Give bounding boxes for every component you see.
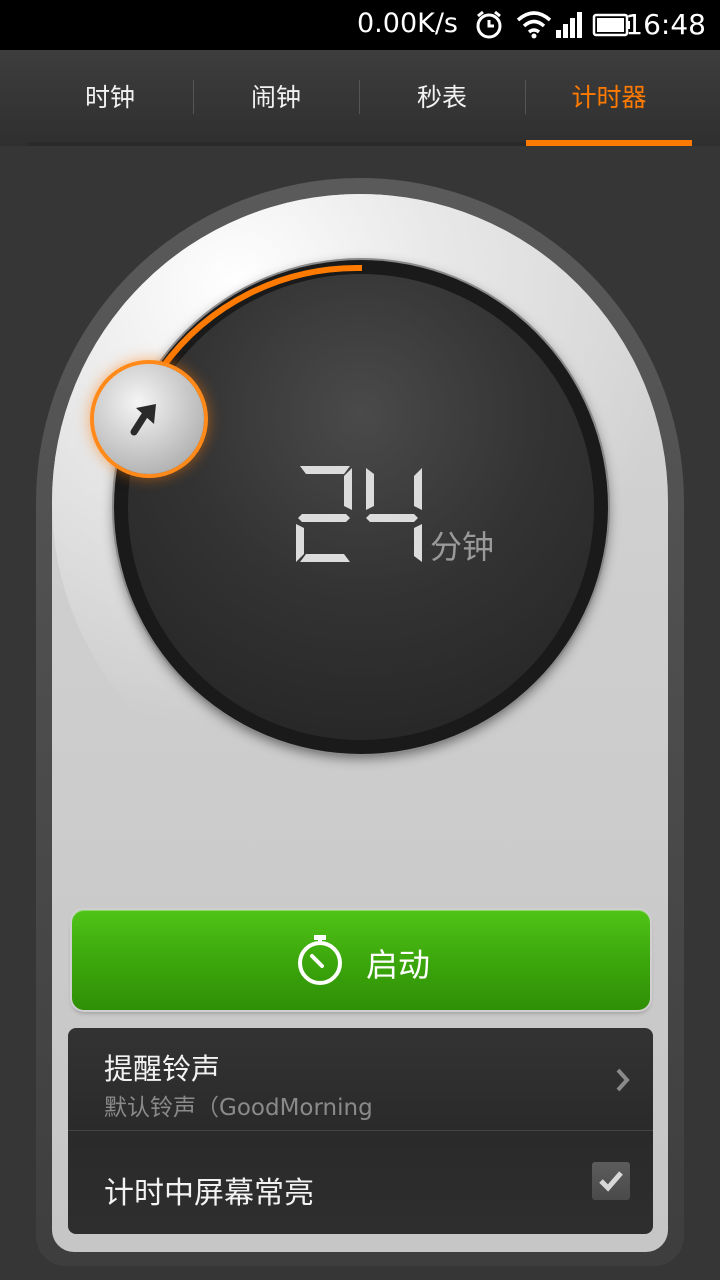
keep-screen-on-checkbox[interactable] — [592, 1162, 630, 1200]
arrow-up-right-icon — [130, 404, 156, 436]
ringtone-title: 提醒铃声 — [104, 1052, 221, 1086]
chevron-right-icon — [616, 1068, 630, 1092]
start-button[interactable]: 启动 — [72, 910, 650, 1010]
timer-value: 24 — [290, 462, 430, 572]
ringtone-row[interactable]: 提醒铃声 默认铃声（GoodMorning — [68, 1028, 653, 1130]
check-icon — [599, 1171, 623, 1192]
stopwatch-icon — [298, 935, 342, 985]
keep-screen-on-row[interactable]: 计时中屏幕常亮 — [68, 1131, 653, 1234]
start-button-label: 启动 — [366, 946, 431, 984]
timer-digits — [296, 466, 422, 562]
keep-screen-on-label: 计时中屏幕常亮 — [104, 1176, 314, 1211]
dial-knob[interactable] — [94, 364, 204, 474]
settings-list: 提醒铃声 默认铃声（GoodMorning 计时中屏幕常亮 — [68, 1028, 653, 1234]
timer-unit: 分钟 — [430, 528, 495, 566]
ringtone-value: 默认铃声（GoodMorning — [104, 1095, 373, 1121]
